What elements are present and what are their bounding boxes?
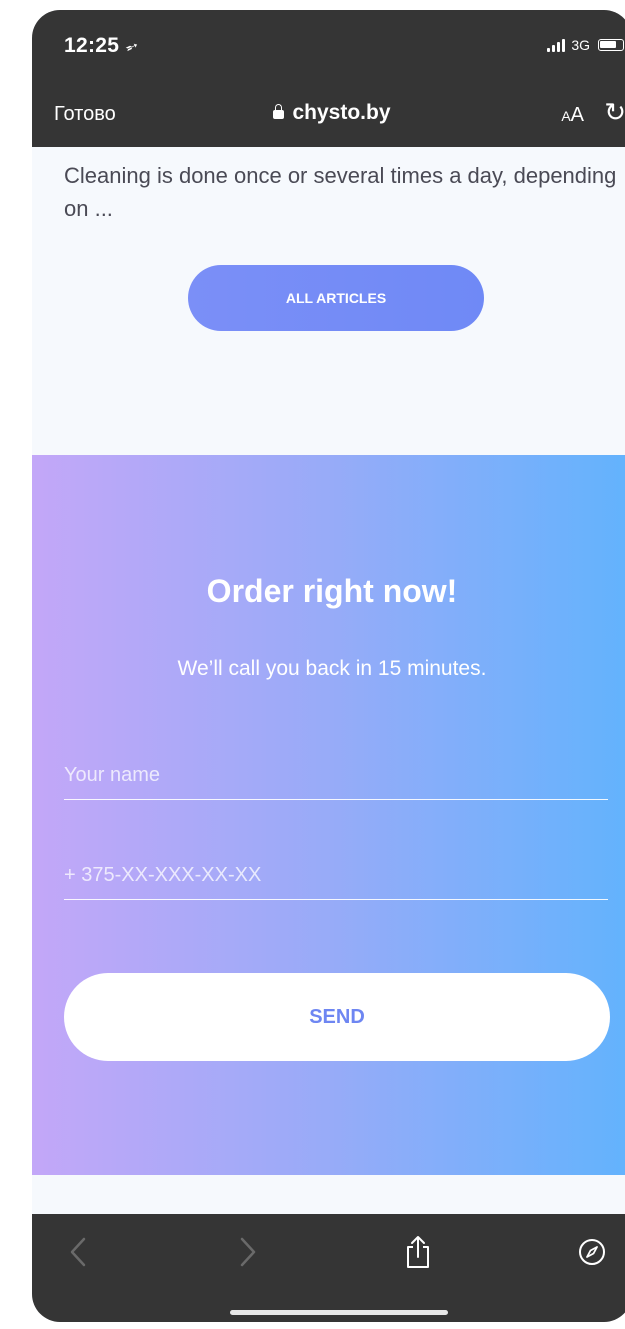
status-time: 12:25 ➶ bbox=[64, 34, 142, 58]
text-size-button[interactable]: AA bbox=[561, 104, 584, 127]
page-content: Cleaning is done once or several times a… bbox=[32, 147, 625, 1214]
cellular-signal-icon bbox=[547, 38, 566, 52]
location-arrow-icon: ➶ bbox=[122, 37, 142, 58]
status-time-text: 12:25 bbox=[64, 34, 120, 57]
phone-input[interactable] bbox=[64, 851, 608, 900]
order-title: Order right now! bbox=[206, 573, 458, 609]
network-type-label: 3G bbox=[571, 37, 590, 53]
home-indicator[interactable] bbox=[230, 1310, 448, 1315]
all-articles-button[interactable]: ALL ARTICLES bbox=[188, 265, 484, 331]
phone-screen: 12:25 ➶ 3G Готово chysto.by AA ↻ Cleaning… bbox=[32, 10, 625, 1322]
url-text: chysto.by bbox=[292, 101, 391, 124]
share-icon[interactable] bbox=[398, 1232, 438, 1272]
address-bar[interactable]: chysto.by bbox=[32, 101, 625, 125]
send-button[interactable]: SEND bbox=[64, 973, 610, 1061]
name-input[interactable] bbox=[64, 751, 608, 800]
order-section: Order right now! We’ll call you back in … bbox=[32, 455, 625, 1175]
lock-icon bbox=[273, 104, 285, 119]
chevron-left-icon[interactable] bbox=[58, 1232, 98, 1272]
text-size-large-label: A bbox=[570, 104, 584, 126]
status-indicators: 3G bbox=[547, 37, 624, 53]
browser-toolbar bbox=[32, 1214, 625, 1322]
text-size-small-label: A bbox=[561, 108, 571, 124]
chevron-right-icon[interactable] bbox=[228, 1232, 268, 1272]
order-subtitle: We’ll call you back in 15 minutes. bbox=[177, 657, 487, 680]
compass-icon[interactable] bbox=[572, 1232, 612, 1272]
battery-icon bbox=[598, 39, 624, 51]
reload-icon[interactable]: ↻ bbox=[604, 97, 625, 128]
browser-bar: Готово chysto.by AA ↻ bbox=[32, 85, 625, 147]
status-bar: 12:25 ➶ 3G bbox=[32, 10, 625, 85]
article-excerpt: Cleaning is done once or several times a… bbox=[64, 163, 617, 221]
